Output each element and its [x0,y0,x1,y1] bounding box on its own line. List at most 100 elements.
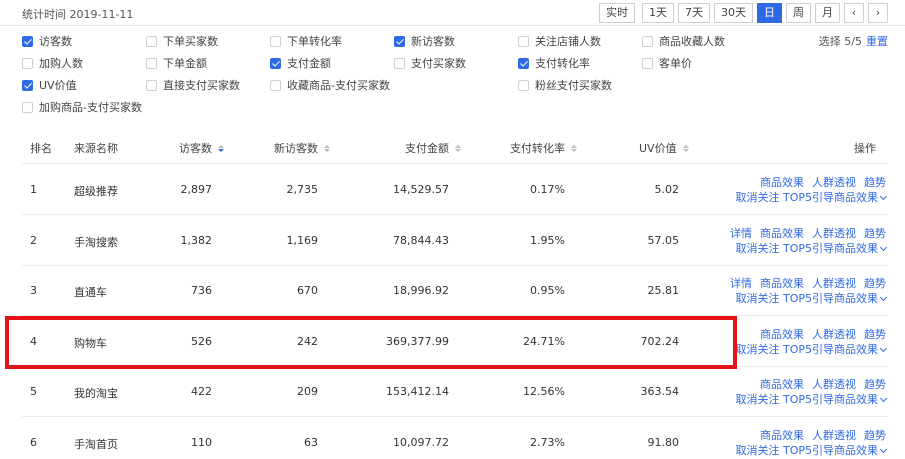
unfollow-top5-link[interactable]: 取消关注 TOP5引导商品效果 [735,444,878,457]
action-link[interactable]: 趋势 [864,277,886,290]
metric-pay-amount[interactable]: 支付金额 [270,55,331,71]
col-pay-amount[interactable]: 支付金额 [405,140,461,156]
action-link[interactable]: 商品效果 [760,378,804,391]
action-link[interactable]: 趋势 [864,378,886,391]
checkbox-icon[interactable] [146,57,157,69]
checkbox-icon[interactable] [270,57,281,69]
actions-line: 商品效果 人群透视 趋势 [716,175,886,190]
pay-conversion-cell: 24.71% [523,334,565,348]
reset-link[interactable]: 重置 [866,35,888,48]
metric-pay-buyers[interactable]: 支付买家数 [394,55,466,71]
col-visitors[interactable]: 访客数 [179,140,224,156]
chevron-down-icon[interactable] [879,394,888,403]
metric-cart-item-pay-buyers[interactable]: 加购商品-支付买家数 [22,99,142,115]
selection-info: 选择 5/5 重置 [818,35,888,48]
action-link[interactable]: 趋势 [864,429,886,442]
checkbox-icon[interactable] [22,35,33,47]
checkbox-icon[interactable] [270,79,281,91]
sort-icon[interactable] [682,144,689,152]
checkbox-icon[interactable] [394,35,405,47]
unfollow-top5-link[interactable]: 取消关注 TOP5引导商品效果 [735,343,878,356]
checkbox-icon[interactable] [394,57,405,69]
checkbox-icon[interactable] [518,79,529,91]
metric-uv-value[interactable]: UV价值 [22,77,77,93]
chevron-down-icon[interactable] [879,445,888,453]
next-period-button[interactable]: › [868,3,888,23]
pay-conversion-cell: 0.17% [530,183,565,196]
pay-conversion-cell: 2.73% [530,435,565,449]
checkbox-icon[interactable] [518,35,529,47]
chevron-down-icon[interactable] [879,192,888,201]
unfollow-top5-link[interactable]: 取消关注 TOP5引导商品效果 [735,292,878,305]
table-row: 6 手淘首页 110 63 10,097.72 2.73% 91.80 商品效果 人群透视 趋势取… [22,418,888,459]
unfollow-top5-link[interactable]: 取消关注 TOP5引导商品效果 [735,191,878,204]
metric-fav-item-pay-buyers[interactable]: 收藏商品-支付买家数 [270,77,390,93]
checkbox-icon[interactable] [518,57,529,69]
metric-fan-pay-buyers[interactable]: 粉丝支付买家数 [518,77,612,93]
metric-new-visitors[interactable]: 新访客数 [394,33,455,49]
unfollow-top5-link[interactable]: 取消关注 TOP5引导商品效果 [735,393,878,406]
metric-order-conversion[interactable]: 下单转化率 [270,33,342,49]
action-link[interactable]: 人群透视 [812,378,856,391]
action-link[interactable]: 商品效果 [760,176,804,189]
metric-order-amount[interactable]: 下单金额 [146,55,207,71]
action-link[interactable]: 商品效果 [760,429,804,442]
table-row: 4 购物车 526 242 369,377.99 24.71% 702.24 商品效果 人群透视… [22,317,888,367]
action-link[interactable]: 人群透视 [812,429,856,442]
checkbox-icon[interactable] [270,35,281,47]
range-7day-button[interactable]: 7天 [678,3,710,23]
chevron-down-icon[interactable] [879,243,888,251]
action-link[interactable]: 人群透视 [812,176,856,189]
actions-line: 取消关注 TOP5引导商品效果 [716,190,888,205]
range-1day-button[interactable]: 1天 [642,3,674,23]
metric-order-buyers[interactable]: 下单买家数 [146,33,218,49]
sort-desc-icon[interactable] [218,144,224,152]
rank-cell: 2 [30,233,37,247]
unfollow-top5-link[interactable]: 取消关注 TOP5引导商品效果 [735,242,878,255]
action-link[interactable]: 人群透视 [812,328,856,341]
sort-icon[interactable] [324,144,330,152]
action-link[interactable]: 商品效果 [760,277,804,290]
col-pay-conversion[interactable]: 支付转化率 [510,140,577,156]
action-link[interactable]: 趋势 [864,227,886,240]
range-month-button[interactable]: 月 [815,3,840,23]
rank-cell: 1 [30,183,37,196]
action-link[interactable]: 人群透视 [812,227,856,240]
checkbox-icon[interactable] [146,79,157,91]
new-visitors-cell: 209 [297,385,318,398]
chevron-down-icon[interactable] [879,344,888,352]
checkbox-icon[interactable] [22,57,33,69]
metric-direct-pay-buyers[interactable]: 直接支付买家数 [146,77,240,93]
metric-avg-order-value[interactable]: 客单价 [642,55,692,71]
action-link[interactable]: 详情 [730,227,752,240]
prev-period-button[interactable]: ‹ [844,3,864,23]
metric-row: 加购人数 下单金额 支付金额 支付买家数 支付转化率 客单价 [22,55,892,77]
action-link[interactable]: 趋势 [864,176,886,189]
action-link[interactable]: 趋势 [864,328,886,341]
col-uv-value[interactable]: UV价值 [639,140,689,156]
action-link[interactable]: 商品效果 [760,227,804,240]
action-link[interactable]: 详情 [730,277,752,290]
metric-pay-conversion[interactable]: 支付转化率 [518,55,590,71]
checkbox-icon[interactable] [642,57,653,69]
metric-visitors[interactable]: 访客数 [22,33,72,49]
checkbox-icon[interactable] [146,35,157,47]
chevron-down-icon[interactable] [879,293,888,302]
checkbox-icon[interactable] [22,101,33,113]
checkbox-icon[interactable] [22,79,33,91]
actions-line: 取消关注 TOP5引导商品效果 [716,342,888,357]
action-link[interactable]: 商品效果 [760,328,804,341]
metric-item-favorites[interactable]: 商品收藏人数 [642,33,725,49]
range-realtime-button[interactable]: 实时 [599,3,635,23]
checkbox-icon[interactable] [642,35,653,47]
action-link[interactable]: 人群透视 [812,277,856,290]
range-week-button[interactable]: 周 [786,3,811,23]
range-day-button[interactable]: 日 [757,3,782,23]
metric-store-followers[interactable]: 关注店铺人数 [518,33,601,49]
sort-icon[interactable] [455,144,461,152]
col-new-visitors[interactable]: 新访客数 [274,140,330,156]
range-30day-button[interactable]: 30天 [714,3,753,23]
sort-icon[interactable] [571,144,577,152]
col-source-name: 来源名称 [74,142,118,155]
metric-cart-adders[interactable]: 加购人数 [22,55,83,71]
